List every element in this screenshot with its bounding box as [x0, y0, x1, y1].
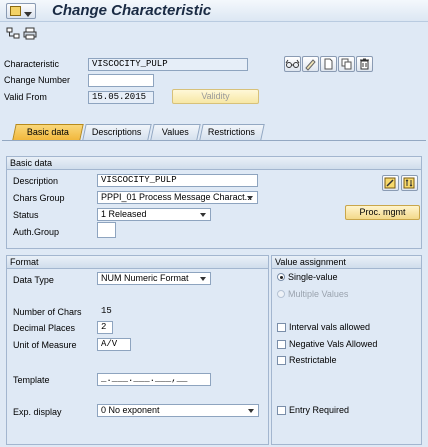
- sort-icon[interactable]: [401, 175, 418, 191]
- decimal-places-label: Decimal Places: [13, 323, 76, 333]
- negative-vals-label: Negative Vals Allowed: [289, 339, 378, 349]
- valid-from-label: Valid From: [4, 92, 47, 102]
- application-toolbar: [0, 22, 428, 46]
- entry-required-label: Entry Required: [289, 405, 350, 415]
- tab-values[interactable]: Values: [150, 124, 201, 140]
- page-title: Change Characteristic: [52, 2, 212, 19]
- validity-button[interactable]: Validity: [172, 89, 259, 104]
- template-field[interactable]: _.___.___.___,__: [97, 373, 211, 386]
- auth-group-field[interactable]: [97, 222, 116, 238]
- data-type-label: Data Type: [13, 275, 54, 285]
- status-label: Status: [13, 210, 39, 220]
- title-bar: Change Characteristic: [0, 0, 428, 22]
- chevron-down-icon: [248, 409, 254, 413]
- status-dropdown[interactable]: 1 Released: [97, 208, 211, 221]
- proc-mgmt-button[interactable]: Proc. mgmt: [345, 205, 420, 220]
- tab-descriptions[interactable]: Descriptions: [82, 124, 152, 140]
- new-document-icon[interactable]: [320, 56, 337, 72]
- exp-display-dropdown[interactable]: 0 No exponent: [97, 404, 259, 417]
- data-type-dropdown[interactable]: NUM Numeric Format: [97, 272, 211, 285]
- auth-group-label: Auth.Group: [13, 227, 60, 237]
- valid-from-field[interactable]: 15.05.2015: [88, 91, 154, 104]
- restrictable-label: Restrictable: [289, 355, 337, 365]
- chevron-down-icon: [200, 277, 206, 281]
- single-value-radio[interactable]: [277, 273, 285, 281]
- value-assignment-group: Value assignment: [271, 255, 422, 445]
- chevron-down-icon: [247, 196, 253, 200]
- multiple-values-label: Multiple Values: [288, 289, 349, 299]
- num-chars-label: Number of Chars: [13, 307, 82, 317]
- format-header: Format: [7, 256, 268, 269]
- single-value-label: Single-value: [288, 272, 338, 282]
- negative-vals-checkbox[interactable]: [277, 340, 286, 349]
- chars-group-label: Chars Group: [13, 193, 65, 203]
- exp-display-label: Exp. display: [13, 407, 62, 417]
- glasses-icon[interactable]: [284, 56, 301, 72]
- characteristic-field[interactable]: VISCOCITY_PULP: [88, 58, 248, 71]
- characteristic-label: Characteristic: [4, 59, 60, 69]
- value-assignment-header: Value assignment: [272, 256, 421, 269]
- delete-icon[interactable]: [356, 56, 373, 72]
- copy-icon[interactable]: [338, 56, 355, 72]
- decimal-places-field[interactable]: 2: [97, 321, 113, 334]
- interval-vals-label: Interval vals allowed: [289, 322, 371, 332]
- unit-field[interactable]: A/V: [97, 338, 131, 351]
- pencil-icon[interactable]: [302, 56, 319, 72]
- description-label: Description: [13, 176, 59, 186]
- interval-vals-checkbox[interactable]: [277, 323, 286, 332]
- unit-label: Unit of Measure: [13, 340, 77, 350]
- change-number-label: Change Number: [4, 75, 71, 85]
- description-field[interactable]: VISCOCITY_PULP: [97, 174, 258, 187]
- multiple-values-radio[interactable]: [277, 290, 285, 298]
- num-chars-value: 15: [101, 306, 112, 316]
- template-label: Template: [13, 375, 50, 385]
- tab-basic-data[interactable]: Basic data: [12, 124, 84, 140]
- hierarchy-icon[interactable]: [6, 27, 20, 40]
- entry-required-checkbox[interactable]: [277, 406, 286, 415]
- restrictable-checkbox[interactable]: [277, 356, 286, 365]
- menu-icon[interactable]: [6, 3, 36, 19]
- edit-document-icon[interactable]: [382, 175, 399, 191]
- chars-group-dropdown[interactable]: PPPI_01 Process Message Charact...: [97, 191, 258, 204]
- basic-data-header: Basic data: [7, 157, 421, 170]
- print-icon[interactable]: [23, 27, 37, 40]
- chevron-down-icon: [200, 213, 206, 217]
- change-number-field[interactable]: [88, 74, 154, 87]
- tab-restrictions[interactable]: Restrictions: [199, 124, 265, 140]
